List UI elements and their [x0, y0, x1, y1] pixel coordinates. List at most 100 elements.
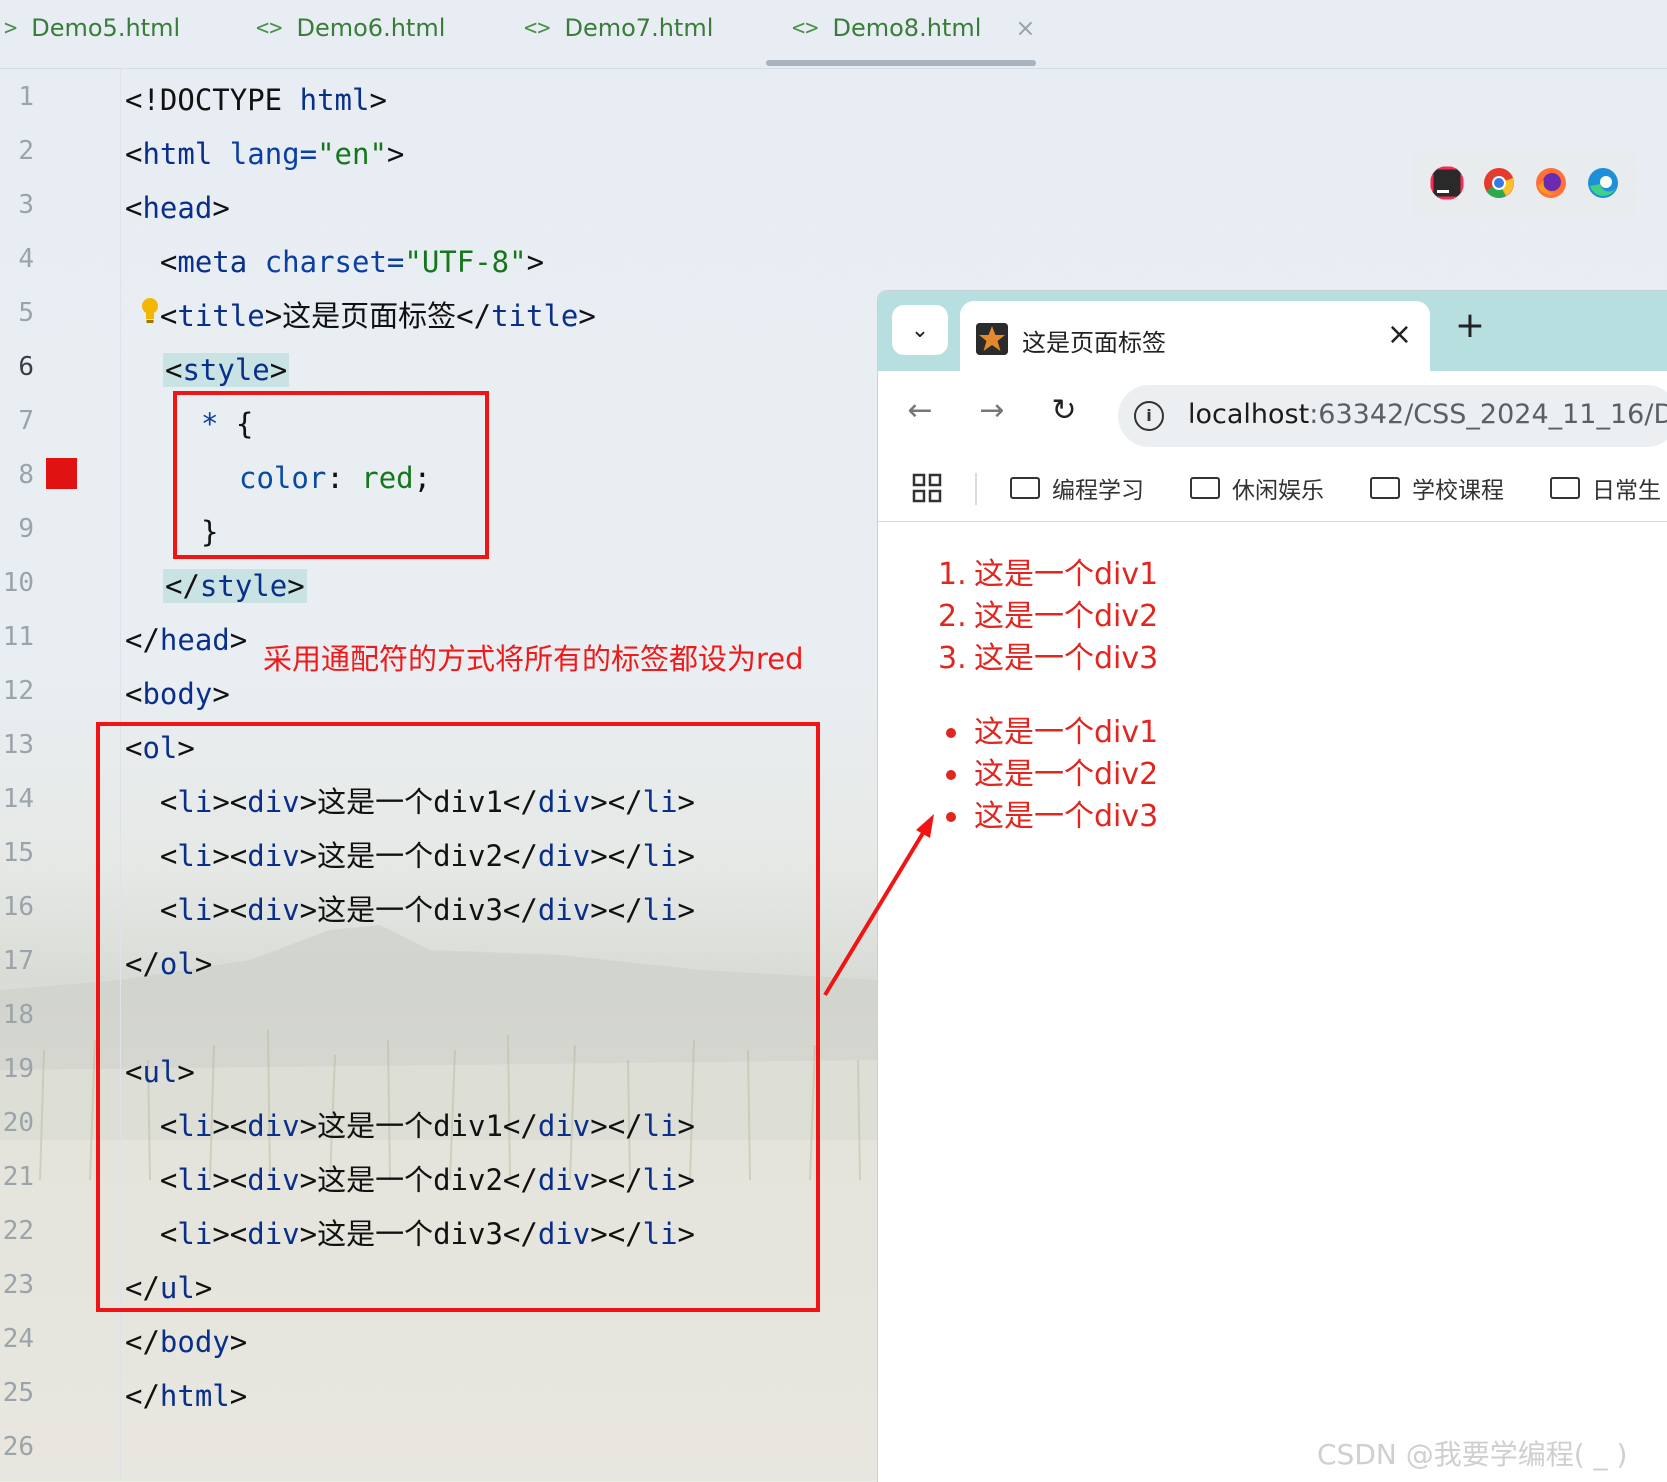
- bookmark-folder[interactable]: 编程学习: [1010, 471, 1144, 505]
- list-item: 这是一个div1: [938, 712, 1158, 754]
- folder-icon: [1550, 477, 1580, 499]
- line-number: 4: [18, 244, 34, 274]
- reload-icon[interactable]: ↻: [1044, 393, 1084, 428]
- watermark: CSDN @我要学编程( _ ): [1317, 1438, 1628, 1471]
- code-line: <title>这是页面标签</title>: [125, 299, 596, 333]
- line-number: 13: [2, 730, 34, 760]
- line-number: 10: [2, 568, 34, 598]
- annotation-text: 采用通配符的方式将所有的标签都设为red: [263, 642, 804, 676]
- browser-toolbar: ← → ↻ i localhost:63342/CSS_2024_11_16/D: [878, 371, 1667, 459]
- back-icon[interactable]: ←: [900, 393, 940, 428]
- line-number: 9: [18, 514, 34, 544]
- line-number: 7: [18, 406, 34, 436]
- url-text: localhost:63342/CSS_2024_11_16/D: [1188, 399, 1667, 430]
- tab-search-button[interactable]: ⌄: [892, 305, 948, 355]
- code-line: <head>: [125, 191, 230, 225]
- bullet-icon: [946, 812, 956, 822]
- chevron-down-icon: ⌄: [910, 317, 930, 343]
- code-line: <!DOCTYPE html>: [125, 83, 387, 117]
- folder-icon: [1370, 477, 1400, 499]
- line-number: 17: [2, 946, 34, 976]
- code-line: <body>: [125, 677, 230, 711]
- list-item: 这是一个div2: [938, 754, 1158, 796]
- tab-demo7[interactable]: <> Demo7.html: [524, 10, 713, 46]
- line-number: 22: [2, 1216, 34, 1246]
- line-number: 20: [2, 1108, 34, 1138]
- browser-tab-strip: ⌄ 这是页面标签 × +: [878, 291, 1667, 373]
- ordered-list: 1. 这是一个div1 2. 这是一个div2 3. 这是一个div3: [938, 554, 1158, 680]
- folder-icon: [1190, 477, 1220, 499]
- bookmark-folder[interactable]: 日常生: [1550, 471, 1661, 505]
- site-info-icon[interactable]: i: [1134, 401, 1164, 431]
- chrome-icon[interactable]: [1482, 166, 1516, 200]
- new-tab-button[interactable]: +: [1448, 305, 1492, 346]
- bullet-icon: [946, 728, 956, 738]
- annotation-box-style: [173, 391, 489, 559]
- close-icon[interactable]: ×: [1387, 317, 1412, 352]
- line-number: 14: [2, 784, 34, 814]
- line-number: 2: [18, 136, 34, 166]
- line-number: 11: [2, 622, 34, 652]
- tab-label: Demo7.html: [564, 14, 714, 42]
- html-file-icon: >: [4, 15, 18, 41]
- line-number: 3: [18, 190, 34, 220]
- list-item: 2. 这是一个div2: [938, 599, 1159, 634]
- tab-demo5[interactable]: > Demo5.html: [4, 10, 180, 46]
- apps-grid-icon[interactable]: [912, 473, 942, 503]
- page-content: 1. 这是一个div1 2. 这是一个div2 3. 这是一个div3 这是一个div…: [878, 522, 1667, 1482]
- line-number: 25: [2, 1378, 34, 1408]
- close-tab-button[interactable]: ×: [1015, 14, 1035, 42]
- html-file-icon: <>: [792, 15, 819, 41]
- code-line: <html lang="en">: [125, 137, 405, 171]
- star-favicon-icon: [976, 323, 1008, 355]
- address-bar[interactable]: i localhost:63342/CSS_2024_11_16/D: [1118, 385, 1667, 447]
- code-line: <style>: [163, 353, 290, 387]
- tab-label: Demo5.html: [31, 14, 181, 42]
- line-number: 12: [2, 676, 34, 706]
- browser-tab-title: 这是页面标签: [1022, 329, 1166, 357]
- line-number: 8: [18, 460, 34, 490]
- firefox-icon[interactable]: [1534, 166, 1568, 200]
- bookmarks-separator: [975, 473, 977, 505]
- browser-launchers: [1413, 150, 1637, 216]
- edge-icon[interactable]: [1586, 166, 1620, 200]
- tab-label: Demo6.html: [296, 14, 446, 42]
- list-item: 3. 这是一个div3: [938, 641, 1159, 676]
- folder-icon: [1010, 477, 1040, 499]
- bullet-icon: [946, 770, 956, 780]
- browser-tab-active[interactable]: 这是页面标签 ×: [960, 301, 1430, 373]
- bookmarks-bar: 编程学习 休闲娱乐 学校课程 日常生: [878, 459, 1667, 522]
- intellij-icon[interactable]: [1430, 166, 1464, 200]
- tab-demo6[interactable]: <> Demo6.html: [256, 10, 445, 46]
- line-number: 16: [2, 892, 34, 922]
- tab-label: Demo8.html: [832, 14, 982, 42]
- line-number: 26: [2, 1432, 34, 1462]
- breakpoint-icon[interactable]: [46, 458, 77, 489]
- line-number: 21: [2, 1162, 34, 1192]
- line-number: 24: [2, 1324, 34, 1354]
- code-line: </head>: [125, 623, 248, 657]
- line-number: 1: [18, 82, 34, 112]
- active-tab-indicator: [766, 60, 1036, 66]
- line-number-current: 6: [18, 352, 34, 382]
- browser-window: ⌄ 这是页面标签 × + ← → ↻ i localhost:63342/CSS…: [877, 290, 1667, 1482]
- line-number: 23: [2, 1270, 34, 1300]
- bookmark-folder[interactable]: 学校课程: [1370, 471, 1504, 505]
- list-item: 1. 这是一个div1: [938, 557, 1159, 592]
- code-line: </style>: [163, 569, 307, 603]
- line-number: 5: [18, 298, 34, 328]
- code-line: <meta charset="UTF-8">: [125, 245, 545, 279]
- code-line: </body>: [125, 1325, 248, 1359]
- line-number: 18: [2, 1000, 34, 1030]
- html-file-icon: <>: [524, 15, 551, 41]
- forward-icon[interactable]: →: [972, 393, 1012, 428]
- unordered-list: 这是一个div1 这是一个div2 这是一个div3: [938, 712, 1158, 838]
- line-number: 19: [2, 1054, 34, 1084]
- tab-demo8[interactable]: <> Demo8.html ×: [792, 10, 1035, 46]
- annotation-box-body: [96, 722, 820, 1312]
- list-item: 这是一个div3: [938, 796, 1158, 838]
- line-number: 15: [2, 838, 34, 868]
- code-line: </html>: [125, 1379, 248, 1413]
- bookmark-folder[interactable]: 休闲娱乐: [1190, 471, 1324, 505]
- html-file-icon: <>: [256, 15, 283, 41]
